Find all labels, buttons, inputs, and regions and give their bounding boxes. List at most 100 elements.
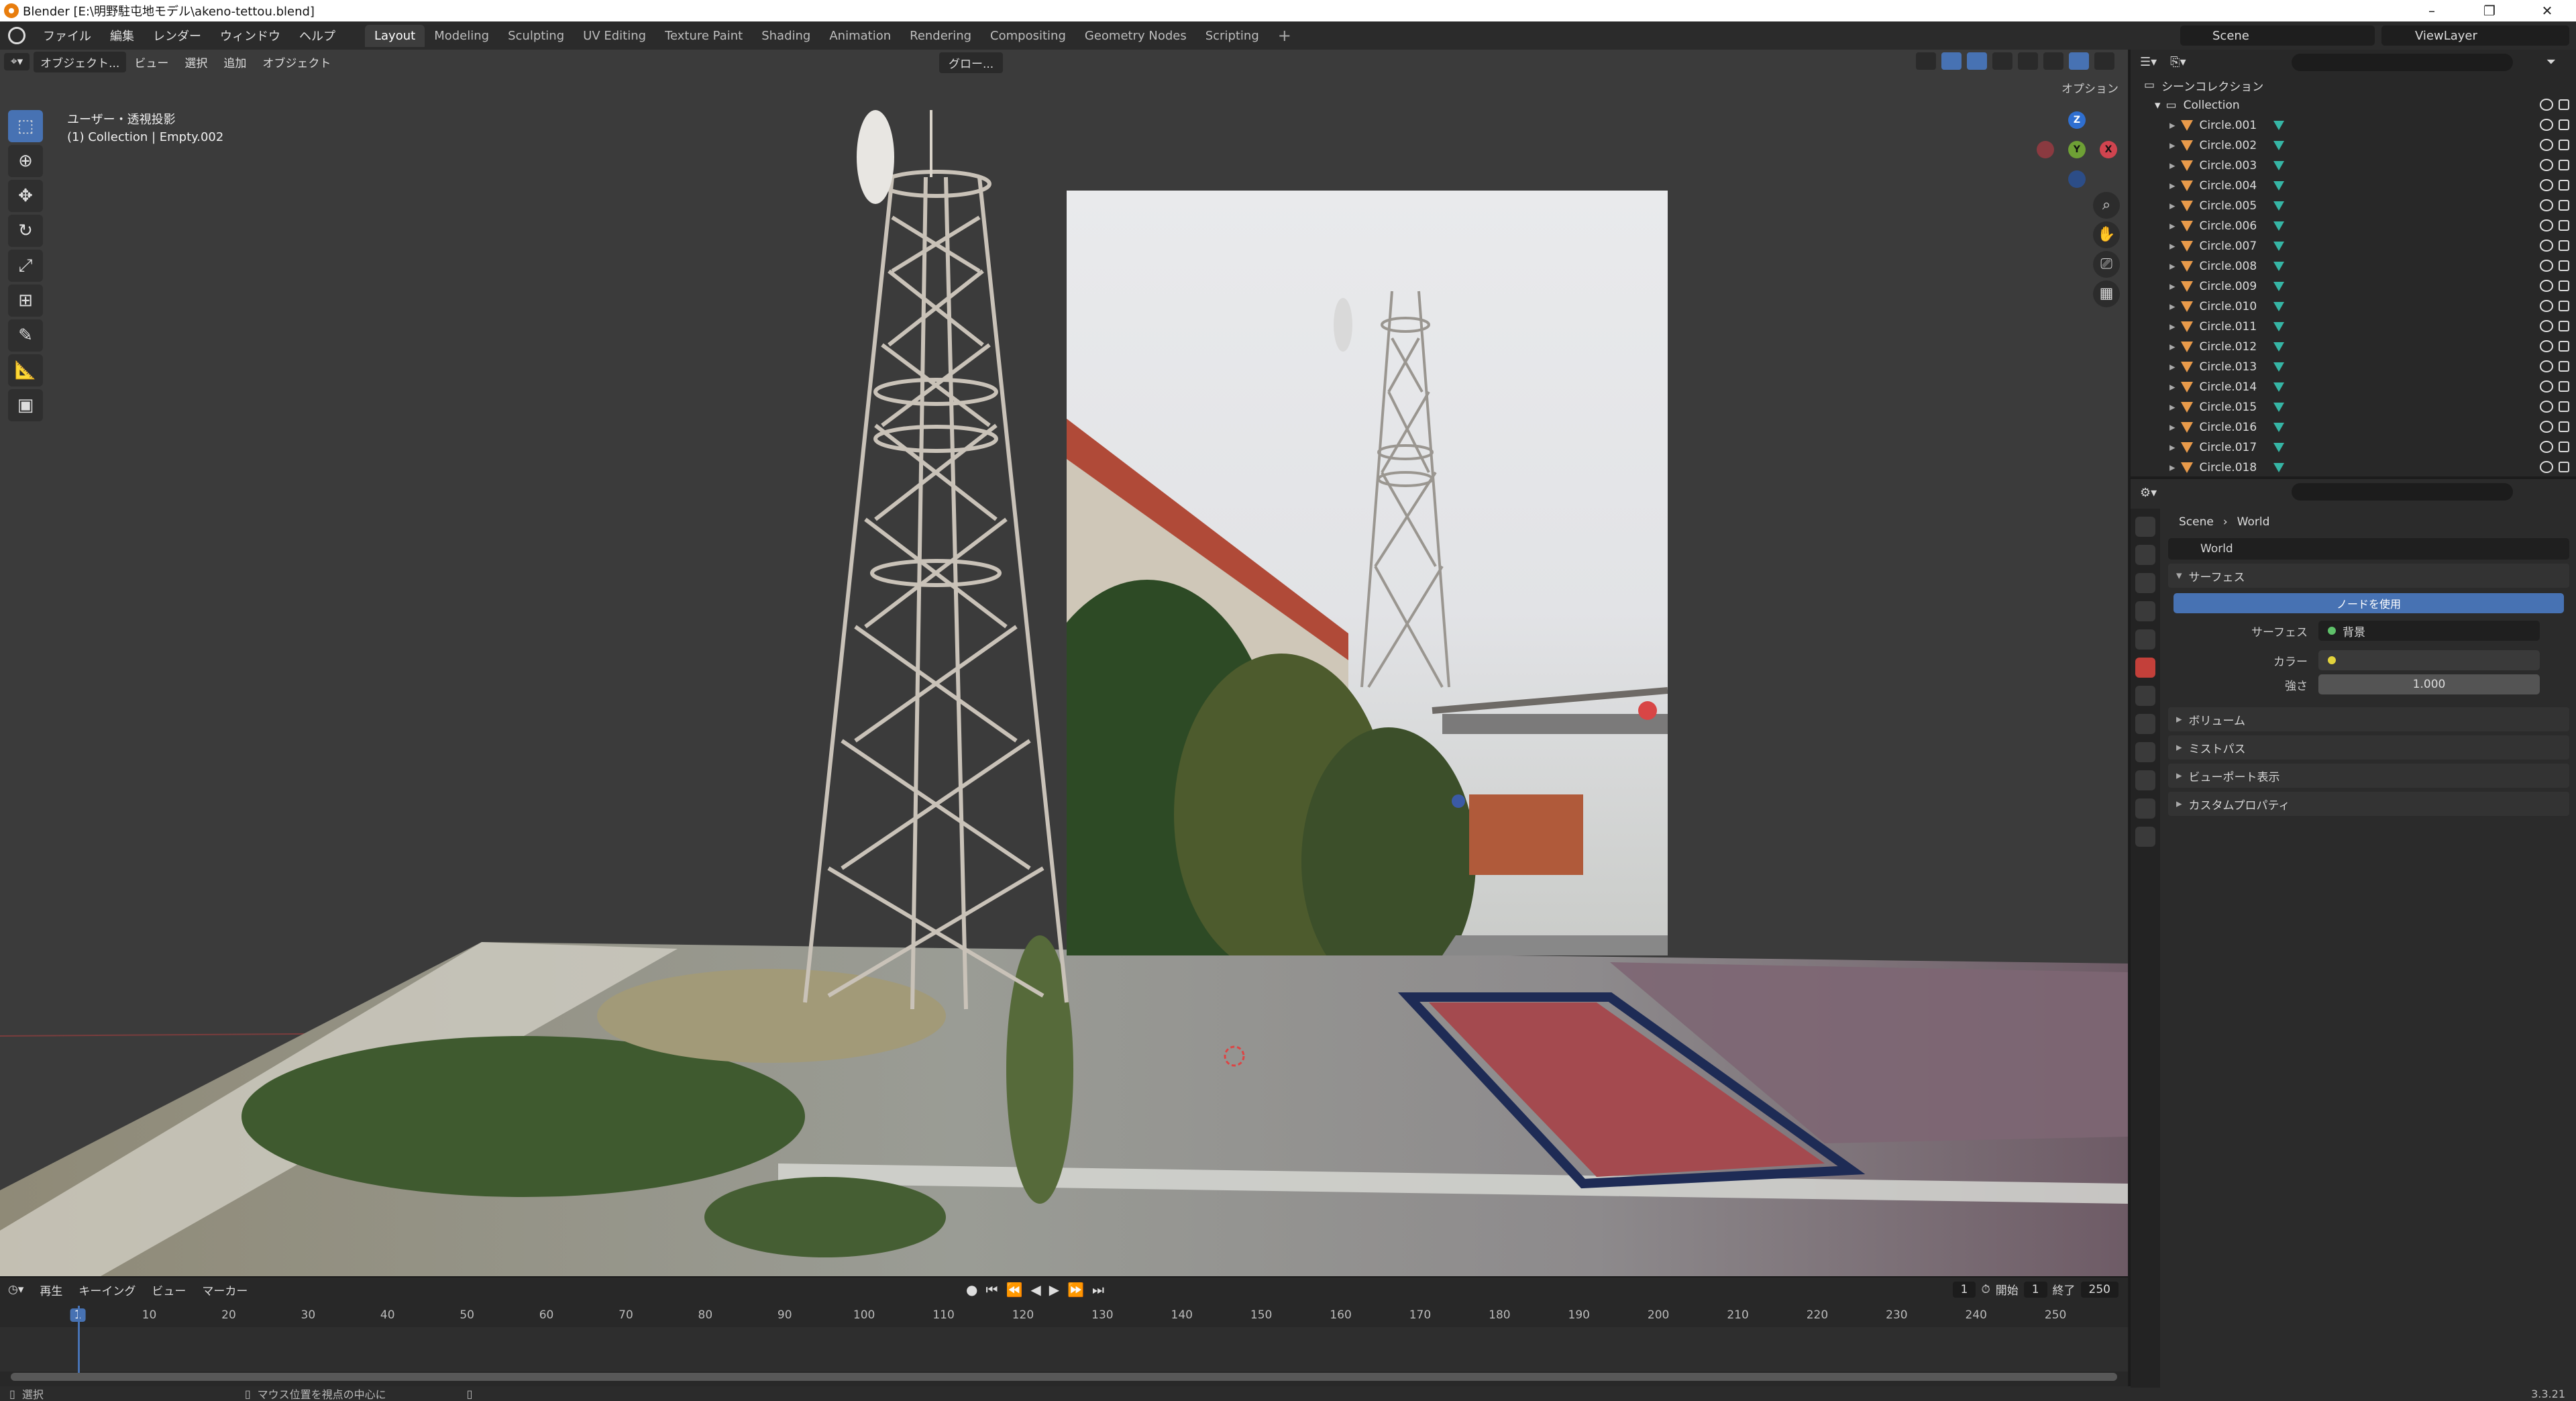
expand-arrow-icon[interactable]: ▸ [2169,300,2176,313]
overlay-toggle-icon[interactable] [1967,52,1987,70]
outliner-object-row[interactable]: ▸ Circle.001 [2131,115,2576,136]
cursor-tool-icon[interactable]: ⊕ [8,145,43,177]
outliner-object-row[interactable]: ▸ Circle.015 [2131,397,2576,417]
tab-rendering[interactable]: Rendering [900,25,981,47]
menu-file[interactable]: ファイル [34,27,101,44]
viewport-options[interactable]: オプション [2061,79,2118,96]
render-camera-icon[interactable] [2559,421,2569,432]
jump-end-icon[interactable]: ⏭ [1092,1282,1104,1298]
start-frame-field[interactable]: 1 [2023,1281,2047,1298]
close-button[interactable]: ✕ [2518,0,2576,21]
viewport-menu-select[interactable]: 選択 [176,54,215,70]
outliner-search-input[interactable] [2292,54,2513,71]
outliner-object-row[interactable]: ▸ Circle.013 [2131,357,2576,377]
filter-icon[interactable]: ⏷ [2546,55,2556,69]
outliner-object-row[interactable]: ▸ Circle.007 [2131,236,2576,256]
timeline-editor[interactable]: ◷▾ 再生 キーイング ビュー マーカー ● ⏮ ⏪ ◀ ▶ ⏩ ⏭ 1 ⏱ 開… [0,1276,2128,1386]
expand-arrow-icon[interactable]: ▸ [2169,421,2176,434]
visibility-eye-icon[interactable] [2540,360,2553,372]
tab-animation[interactable]: Animation [820,25,900,47]
pan-hand-icon[interactable]: ✋ [2093,221,2120,248]
expand-arrow-icon[interactable]: ▸ [2169,380,2176,394]
visibility-eye-icon[interactable] [2540,240,2553,252]
tab-texture-paint[interactable]: Texture Paint [655,25,752,47]
surface-panel-header[interactable]: サーフェス [2168,564,2569,588]
visibility-eye-icon[interactable] [2540,260,2553,272]
menu-help[interactable]: ヘルプ [290,27,345,44]
record-icon[interactable]: ● [966,1282,977,1298]
visibility-eye-icon[interactable] [2540,441,2553,453]
render-camera-icon[interactable] [2559,119,2569,130]
view-layer-tab-icon[interactable] [2135,601,2155,621]
ortho-toggle-icon[interactable]: ▦ [2093,280,2120,307]
timeline-menu-keying[interactable]: キーイング [70,1282,144,1298]
tab-sculpting[interactable]: Sculpting [498,25,574,47]
render-camera-icon[interactable] [2559,220,2569,231]
visibility-icon[interactable] [1916,52,1936,70]
tool-tab-icon[interactable] [2135,517,2155,537]
collection-row[interactable]: ▾ ▭ Collection [2131,95,2576,115]
timeline-editor-type-icon[interactable]: ◷▾ [0,1283,32,1296]
camera-view-icon[interactable]: ⎚ [2093,251,2120,278]
render-camera-icon[interactable] [2559,280,2569,291]
outliner-object-row[interactable]: ▸ Circle.012 [2131,337,2576,357]
shading-rendered-icon[interactable] [2094,52,2114,70]
render-camera-icon[interactable] [2559,462,2569,472]
use-nodes-button[interactable]: ノードを使用 [2174,593,2564,613]
next-keyframe-icon[interactable]: ⏩ [1067,1282,1084,1298]
world-datablock-field[interactable]: World [2168,538,2569,560]
render-camera-icon[interactable] [2559,341,2569,352]
color-field[interactable] [2318,650,2540,670]
tab-scripting[interactable]: Scripting [1196,25,1269,47]
editor-type-button[interactable]: ⌖▾ [4,53,30,70]
render-camera-icon[interactable] [2559,99,2569,110]
render-camera-icon[interactable] [2559,180,2569,191]
scale-tool-icon[interactable]: ⤢ [8,250,43,282]
render-camera-icon[interactable] [2559,321,2569,331]
tab-layout[interactable]: Layout [365,24,425,47]
gizmo-toggle-icon[interactable] [1941,52,1962,70]
shading-wireframe-icon[interactable] [2018,52,2038,70]
playhead[interactable] [78,1306,80,1380]
clock-icon[interactable]: ⏱ [1981,1283,1990,1296]
render-camera-icon[interactable] [2559,260,2569,271]
viewport-menu-view[interactable]: ビュー [126,54,176,70]
visibility-eye-icon[interactable] [2540,300,2553,312]
timeline-menu-marker[interactable]: マーカー [194,1282,256,1298]
render-camera-icon[interactable] [2559,160,2569,170]
menu-render[interactable]: レンダー [144,27,211,44]
tab-geometry-nodes[interactable]: Geometry Nodes [1075,25,1196,47]
outliner-object-row[interactable]: ▸ Circle.004 [2131,176,2576,196]
outliner-object-row[interactable]: ▸ Circle.018 [2131,458,2576,478]
prev-keyframe-icon[interactable]: ⏪ [1006,1282,1022,1298]
constraints-tab-icon[interactable] [2135,770,2155,790]
outliner-object-row[interactable]: ▸ Circle.016 [2131,417,2576,437]
scene-collection-row[interactable]: ▭ シーンコレクション [2131,75,2576,95]
expand-arrow-icon[interactable]: ▸ [2169,280,2176,293]
visibility-eye-icon[interactable] [2540,139,2553,151]
transform-orientation[interactable]: グロー... [939,52,1004,73]
move-tool-icon[interactable]: ✥ [8,180,43,212]
visibility-eye-icon[interactable] [2540,179,2553,191]
outliner-object-row[interactable]: ▸ Circle.010 [2131,297,2576,317]
outliner-object-row[interactable]: ▸ Circle.002 [2131,136,2576,156]
expand-arrow-icon[interactable]: ▸ [2169,240,2176,253]
select-box-tool-icon[interactable]: ⬚ [8,110,43,142]
view-layer-selector[interactable]: ViewLayer [2381,25,2569,46]
add-workspace-button[interactable]: + [1269,26,1301,45]
surface-shader-field[interactable]: 背景 [2318,621,2540,641]
custom-properties-panel-header[interactable]: カスタムプロパティ [2168,792,2569,816]
texture-tab-icon[interactable] [2135,827,2155,847]
outliner-object-row[interactable]: ▸ Circle.017 [2131,437,2576,458]
outliner-object-row[interactable]: ▸ Circle.003 [2131,156,2576,176]
physics-tab-icon[interactable] [2135,742,2155,762]
expand-arrow-icon[interactable]: ▸ [2169,401,2176,414]
render-camera-icon[interactable] [2559,301,2569,311]
play-reverse-icon[interactable]: ◀ [1030,1282,1040,1298]
end-frame-field[interactable]: 250 [2080,1281,2118,1298]
expand-arrow-icon[interactable]: ▸ [2169,461,2176,474]
scene-tab-icon[interactable] [2135,629,2155,650]
render-camera-icon[interactable] [2559,200,2569,211]
visibility-eye-icon[interactable] [2540,119,2553,131]
menu-window[interactable]: ウィンドウ [211,27,290,44]
